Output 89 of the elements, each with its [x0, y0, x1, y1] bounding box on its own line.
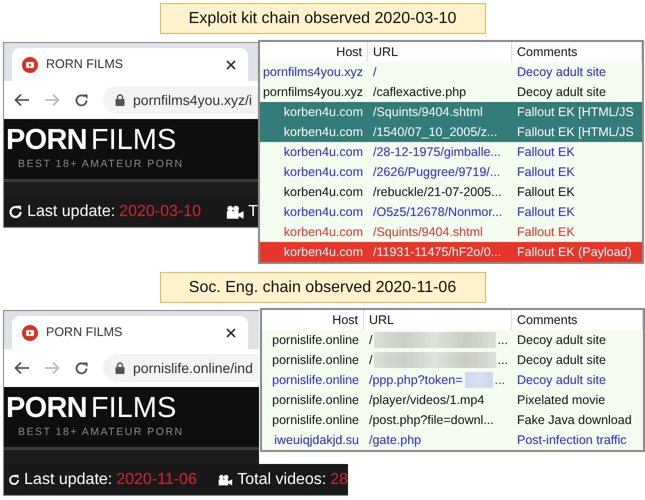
table-cell-text: /28-12-1975/gimballe... [372, 144, 502, 161]
lock-icon [115, 362, 125, 374]
table-cell-text: Fallout EK [516, 204, 576, 221]
table-cell-text: Fallout EK [516, 184, 576, 201]
logo-text: PORN [6, 126, 87, 155]
table-cell-text: Decoy adult site [516, 352, 607, 369]
table-cell-text: pornislife.online [271, 352, 360, 369]
refresh-icon [8, 202, 24, 220]
table-cell-text: Pixelated movie [516, 392, 606, 409]
table-cell-text: Decoy adult site [516, 84, 607, 101]
close-icon[interactable] [226, 60, 236, 70]
tagline: BEST 18+ AMATEUR PORN [18, 156, 185, 172]
url-text: pornfilms4you.xyz/i [133, 90, 252, 110]
reload-icon[interactable] [74, 92, 89, 108]
table-cell-text: korben4u.com [282, 224, 364, 241]
table-cell-text: Fallout EK [516, 164, 576, 181]
table-cell-text: Post-infection traffic [516, 432, 628, 449]
update-date: 2020-03-10 [119, 202, 202, 222]
update-label: Last update: [24, 470, 112, 490]
table-row[interactable]: korben4u.com /11931-11475/hF2o/0... Fallout EK (Payload) [260, 242, 642, 262]
table-cell-text: korben4u.com [282, 204, 364, 221]
back-arrow-icon[interactable] [14, 93, 30, 107]
table-cell-text: pornfilms4you.xyz [262, 64, 364, 81]
table-row[interactable]: korben4u.com /1540/07_10_2005/z... Fallout EK [HTML/JS [260, 122, 642, 142]
address-bar[interactable]: pornislife.online/ind [103, 354, 259, 382]
table-cell-text: pornislife.online [271, 372, 360, 389]
table-cell-text: /Squints/9404.shtml [372, 104, 484, 121]
table-cell-text: Decoy adult site [516, 64, 607, 81]
videos-label: T [248, 202, 258, 222]
table-cell-text: /player/videos/1.mp4 [368, 392, 486, 409]
table-cell-text: /rebuckle/21-07-2005... [372, 184, 503, 201]
table-cell-text: pornislife.online [271, 392, 360, 409]
table-cell-text: /O5z5/12678/Nonmor... [372, 204, 504, 221]
browser-tab[interactable]: PORN FILMS [12, 316, 248, 349]
table-cell-text: korben4u.com [282, 244, 364, 261]
lock-icon [115, 94, 125, 106]
table-cell-text: Fake Java download [516, 412, 633, 429]
table-cell-text: Fallout EK [HTML/JS [516, 124, 635, 141]
table-cell-text: Fallout EK [516, 224, 576, 241]
table-cell-text: Fallout EK (Payload) [516, 244, 633, 261]
table-cell-text: / [369, 332, 372, 349]
table-cell-text: korben4u.com [282, 104, 364, 121]
table-cell-text: korben4u.com [282, 184, 364, 201]
table-cell-text: /1540/07_10_2005/z... [372, 124, 498, 141]
table-cell-text: Decoy adult site [516, 332, 607, 349]
table-cell-text: pornislife.online [271, 332, 360, 349]
table-cell-text: /caflexactive.php [372, 84, 468, 101]
address-bar[interactable]: pornfilms4you.xyz/i [103, 86, 259, 114]
table-cell-text: / [369, 352, 372, 369]
table-row[interactable]: korben4u.com /Squints/9404.shtml Fallout EK [HTML/JS [260, 102, 642, 122]
table-cell-text: Fallout EK [516, 144, 576, 161]
caption-label: Exploit kit chain observed 2020-03-10 [160, 3, 486, 34]
video-play-icon [22, 56, 38, 72]
table-cell-text: iweuiqjdakjd.su [273, 432, 360, 449]
table-cell-text: korben4u.com [282, 124, 364, 141]
tagline: BEST 18+ AMATEUR PORN [18, 424, 185, 440]
table-cell-text: ... [498, 332, 509, 349]
video-camera-icon [226, 204, 244, 220]
tab-title: RORN FILMS [46, 56, 124, 74]
back-arrow-icon[interactable] [14, 361, 30, 375]
videos-label: Total videos: [237, 470, 326, 490]
table-cell-text: ... [498, 352, 509, 369]
logo-text: FILMS [90, 126, 176, 155]
reload-icon[interactable] [74, 360, 89, 376]
logo-text: FILMS [90, 394, 176, 423]
logo-text: PORN [6, 394, 87, 423]
tab-title: PORN FILMS [46, 324, 124, 342]
table-cell-text: /post.php?file=downl... [368, 412, 495, 429]
video-play-icon [22, 324, 38, 340]
table-cell-text: pornfilms4you.xyz [262, 84, 364, 101]
table-cell-text: /2626/Puggree/9719/... [372, 164, 502, 181]
table-cell-text: Fallout EK [HTML/JS [516, 104, 635, 121]
table-cell-text: /gate.php [368, 432, 422, 449]
caption-label: Soc. Eng. chain observed 2020-11-06 [160, 272, 486, 303]
table-cell-text: korben4u.com [282, 164, 364, 181]
url-text: pornislife.online/ind [133, 358, 253, 378]
table-cell-text: /ppp.php?token= [369, 372, 462, 389]
table-cell-text: /11931-11475/hF2o/0... [372, 244, 502, 261]
table-cell-text: / [372, 64, 378, 81]
close-icon[interactable] [226, 328, 236, 338]
update-label: Last update: [27, 202, 116, 222]
update-date: 2020-11-06 [116, 470, 197, 490]
table-cell-text: ... [494, 372, 506, 389]
browser-tab[interactable]: RORN FILMS [12, 48, 248, 81]
table-cell-text: korben4u.com [282, 144, 364, 161]
table-cell-text: pornislife.online [271, 412, 360, 429]
table-cell-text: Decoy adult site [516, 372, 607, 389]
table-cell-text: /Squints/9404.shtml [372, 224, 484, 241]
videos-count: 28 [330, 470, 348, 490]
